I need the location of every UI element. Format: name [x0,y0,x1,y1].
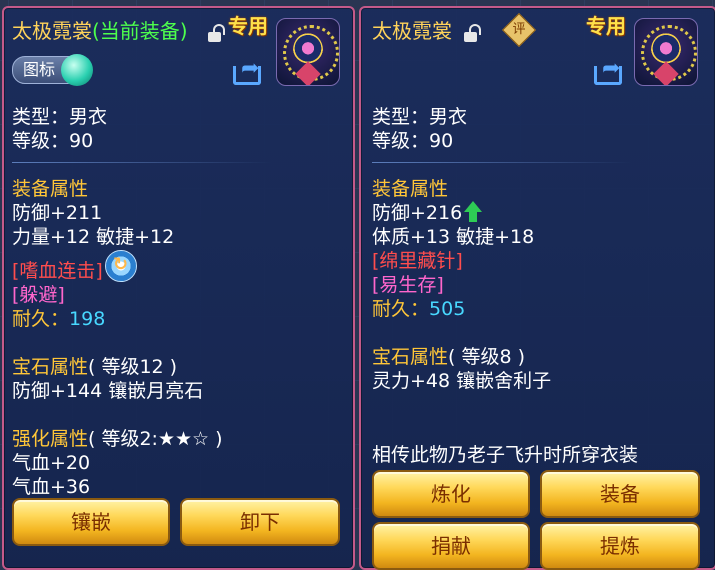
special-skill: [绵里藏针] [372,250,463,272]
share-icon[interactable]: ➦ [233,58,263,85]
gem-level: ( 等级12 ) [88,356,178,378]
item-title: 太极霓裳 [372,19,452,43]
item-level: 等级：90 [12,130,94,152]
exclusive-label: 专用 [586,14,626,38]
owner-avatar [276,18,340,86]
item-level: 等级：90 [372,130,454,152]
special-skill: [嗜血连击] [12,260,103,282]
unlock-icon[interactable] [464,24,481,42]
item-name: 太极霓裳 [12,19,92,43]
special-effect: [躲避] [12,284,65,306]
durability: 耐久：505 [372,298,466,320]
divider [372,162,632,163]
attr-header: 装备属性 [372,178,449,200]
gem-header: 宝石属性 [12,356,89,378]
enhance-bonus: 气血+36 [12,476,91,498]
icon-toggle[interactable]: 图标 [12,54,93,86]
gem-effect: 灵力+48 镶嵌舍利子 [372,370,552,392]
enhance-bonus: 气血+20 [12,452,91,474]
durability: 耐久：198 [12,308,106,330]
defense-stat: 防御+216 [372,202,463,224]
unlock-icon[interactable] [208,24,225,42]
refine-button[interactable]: 炼化 [372,470,530,518]
inlay-button[interactable]: 镶嵌 [12,498,170,546]
enhance-section: 强化属性( 等级2:★★☆ ) [12,428,223,450]
stat-increase-arrow-icon [462,201,482,223]
equipped-tag: (当前装备) [92,19,188,43]
icon-toggle-label: 图标 [23,60,56,79]
item-description: 相传此物乃老子飞升时所穿衣装 [372,444,639,466]
exclusive-label: 专用 [228,14,268,38]
gem-section: 宝石属性( 等级8 ) [372,346,525,368]
durability-value: 198 [69,308,106,330]
item-type: 类型：男衣 [372,106,468,128]
gem-header: 宝石属性 [372,346,449,368]
skill-swirl-icon[interactable]: ↻ [105,250,137,282]
divider [12,162,272,163]
item-title: 太极霓裳(当前装备) [12,20,188,42]
donate-button[interactable]: 捐献 [372,522,530,570]
extract-button[interactable]: 提炼 [540,522,700,570]
base-stats: 力量+12 敏捷+12 [12,226,175,248]
defense-stat: 防御+211 [12,202,103,224]
enhance-header: 强化属性 [12,428,89,450]
gem-level: ( 等级8 ) [448,346,526,368]
gem-effect: 防御+144 镶嵌月亮石 [12,380,204,402]
share-icon[interactable]: ➦ [594,58,624,85]
base-stats: 体质+13 敏捷+18 [372,226,535,248]
owner-avatar [634,18,698,86]
unequip-button[interactable]: 卸下 [180,498,340,546]
enhance-level: ( 等级2:★★☆ ) [88,428,223,450]
durability-value: 505 [429,298,466,320]
toggle-orb-icon [61,54,93,86]
equip-button[interactable]: 装备 [540,470,700,518]
item-type: 类型：男衣 [12,106,108,128]
special-effect: [易生存] [372,274,444,296]
gem-section: 宝石属性( 等级12 ) [12,356,177,378]
attr-header: 装备属性 [12,178,89,200]
